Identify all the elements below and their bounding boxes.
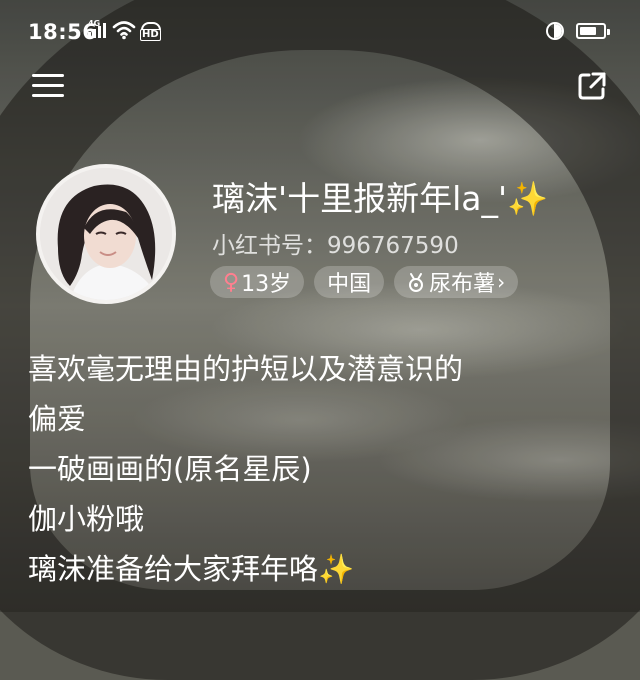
profile-tags: ♀ 13岁 中国 尿布薯 › — [210, 266, 519, 298]
wifi-icon — [112, 21, 136, 40]
cellular-signal-icon: 4G — [88, 19, 106, 38]
menu-icon[interactable] — [32, 72, 64, 100]
avatar[interactable] — [36, 164, 176, 304]
profile-bio: 喜欢毫无理由的护短以及潜意识的 偏爱 一破画画的(原名星辰) 伽小粉哦 璃沫准备… — [28, 344, 628, 594]
sparkle-emoji-icon: ✨ — [318, 552, 355, 586]
status-time: 18:56 — [28, 20, 98, 44]
share-icon[interactable] — [574, 68, 610, 104]
hd-label: HD — [140, 29, 161, 41]
hd-voice-icon: HD — [140, 22, 161, 41]
battery-icon — [576, 23, 610, 39]
level-badge-tag[interactable]: 尿布薯 › — [394, 266, 519, 298]
location-tag-label: 中国 — [327, 272, 372, 297]
level-badge-label: 尿布薯 — [429, 272, 496, 297]
bio-line: 喜欢毫无理由的护短以及潜意识的 — [28, 352, 464, 386]
bio-line: 一破画画的(原名星辰) — [28, 452, 312, 486]
account-id: 小红书号：996767590 — [212, 233, 459, 259]
do-not-disturb-icon — [546, 22, 564, 40]
bio-line-last: 璃沫准备给大家拜年咯✨ — [28, 544, 628, 594]
badge-icon — [409, 273, 424, 292]
nickname-text: 璃沫'十里报新年la_' — [212, 179, 508, 218]
bio-line-text: 璃沫准备给大家拜年咯 — [28, 552, 319, 586]
network-type-label: 4G — [88, 19, 101, 28]
female-icon: ♀ — [223, 269, 240, 295]
avatar-portrait-image — [40, 168, 172, 300]
profile-nickname: 璃沫'十里报新年la_'✨ — [212, 172, 548, 220]
status-bar: 18:56 4G HD — [0, 0, 640, 64]
chevron-right-icon: › — [497, 270, 506, 294]
bio-line: 伽小粉哦 — [28, 502, 145, 536]
age-tag-label: 13岁 — [241, 272, 292, 297]
location-tag: 中国 — [314, 266, 385, 298]
age-tag: ♀ 13岁 — [210, 266, 305, 298]
sparkle-emoji-icon: ✨ — [507, 179, 549, 218]
bio-line: 偏爱 — [28, 402, 87, 436]
